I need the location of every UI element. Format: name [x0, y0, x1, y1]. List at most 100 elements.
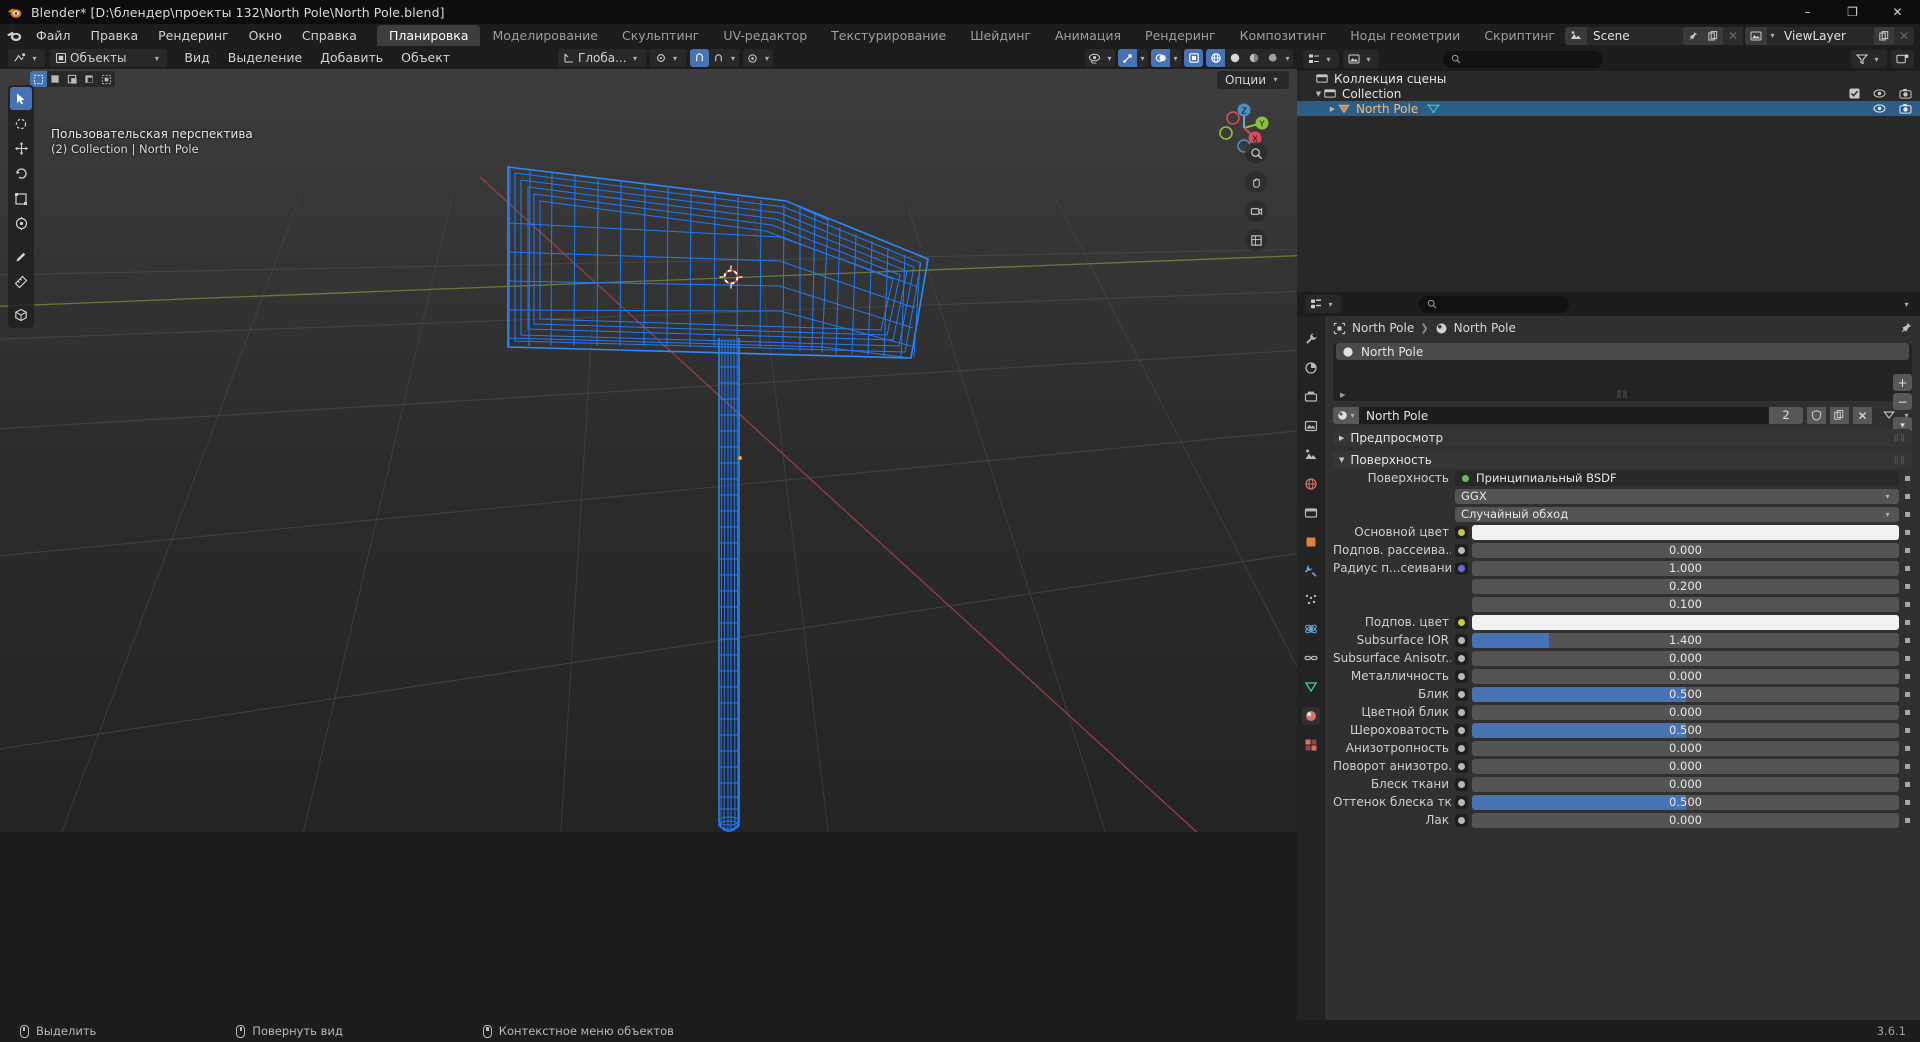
node-socket-icon[interactable] — [1455, 759, 1468, 773]
property-slider[interactable]: 0.100 — [1472, 596, 1899, 612]
animate-property-icon[interactable]: ▪ — [1903, 779, 1912, 790]
properties-options-chevron-down-icon[interactable]: ▾ — [1901, 300, 1912, 309]
menu-window[interactable]: Окно — [239, 26, 292, 46]
shading-material-preview-icon[interactable] — [1244, 49, 1263, 67]
tool-measure[interactable] — [10, 270, 32, 293]
select-extend-icon[interactable] — [47, 71, 64, 87]
property-slider[interactable]: 1.400 — [1472, 632, 1899, 648]
viewport-menu-view[interactable]: Вид — [175, 49, 218, 67]
node-socket-icon[interactable] — [1455, 525, 1468, 539]
eye-visibility-icon[interactable] — [1873, 88, 1886, 99]
pin-scene-icon[interactable] — [1683, 26, 1703, 45]
shading-rendered-icon[interactable] — [1263, 49, 1282, 67]
tool-select-box[interactable] — [10, 112, 32, 135]
tab-render[interactable] — [1302, 359, 1320, 377]
viewport-menu-add[interactable]: Добавить — [311, 49, 392, 67]
node-socket-icon[interactable] — [1455, 651, 1468, 665]
panel-collapse-triangle-icon[interactable]: ▼ — [1339, 456, 1344, 464]
tab-physics[interactable] — [1302, 620, 1320, 638]
property-dropdown[interactable]: GGX ▾ — [1455, 488, 1899, 504]
editor-type-selector[interactable]: ▾ — [8, 49, 45, 67]
tab-collection[interactable] — [1302, 504, 1320, 522]
select-invert-icon[interactable] — [81, 71, 98, 87]
unlink-scene-icon[interactable]: ✕ — [1723, 26, 1743, 45]
new-viewlayer-icon[interactable] — [1874, 26, 1894, 45]
snap-magnet-icon[interactable] — [709, 49, 728, 67]
color-swatch[interactable] — [1472, 614, 1899, 630]
node-socket-icon[interactable] — [1455, 723, 1468, 737]
proportional-chevron-down-icon[interactable]: ▾ — [762, 54, 773, 63]
minimize-button[interactable]: – — [1785, 0, 1830, 24]
snap-chevron-down-icon[interactable]: ▾ — [728, 54, 739, 63]
toggle-orthographic-icon[interactable] — [1245, 229, 1267, 251]
checkbox-enabled-icon[interactable] — [1849, 88, 1860, 99]
shading-chevron-down-icon[interactable]: ▾ — [1282, 54, 1293, 63]
select-subtract-icon[interactable] — [64, 71, 81, 87]
eye-visibility-icon[interactable] — [1873, 103, 1886, 114]
remove-viewlayer-icon[interactable]: ✕ — [1894, 26, 1914, 45]
workspace-tab-geometry-nodes[interactable]: Ноды геометрии — [1338, 25, 1472, 46]
tab-material[interactable] — [1302, 707, 1320, 725]
tool-transform[interactable] — [10, 212, 32, 235]
workspace-tab-modeling[interactable]: Моделирование — [480, 25, 609, 46]
property-slider[interactable]: 0.000 — [1472, 740, 1899, 756]
tool-tweak[interactable] — [10, 87, 32, 110]
animate-property-icon[interactable]: ▪ — [1903, 725, 1912, 736]
camera-render-icon[interactable] — [1899, 88, 1912, 99]
animate-property-icon[interactable]: ▪ — [1903, 563, 1912, 574]
animate-property-icon[interactable]: ▪ — [1903, 545, 1912, 556]
collapse-triangle-icon[interactable]: ▼ — [1313, 90, 1324, 98]
properties-editor[interactable]: ▾ ▾ North Pole ❯ North Pole North Pole ▶… — [1297, 292, 1920, 1022]
material-datablock-name[interactable]: North Pole — [1359, 409, 1769, 423]
workspace-tab-scripting[interactable]: Скриптинг — [1472, 25, 1567, 46]
3d-viewport[interactable]: ▾ Объекты ▾ Вид Выделение Добавить Объек… — [0, 47, 1297, 832]
animate-property-icon[interactable]: ▪ — [1903, 509, 1912, 520]
tab-modifiers[interactable] — [1302, 562, 1320, 580]
tool-annotate[interactable] — [10, 245, 32, 268]
show-overlays-icon[interactable] — [1151, 49, 1170, 67]
node-socket-icon[interactable] — [1455, 741, 1468, 755]
tool-add-cube[interactable] — [10, 303, 32, 326]
property-slider[interactable]: 0.000 — [1472, 704, 1899, 720]
workspace-tab-compositing[interactable]: Композитинг — [1228, 25, 1339, 46]
workspace-tab-animation[interactable]: Анимация — [1043, 25, 1133, 46]
animate-property-icon[interactable]: ▪ — [1903, 797, 1912, 808]
workspace-tab-rendering[interactable]: Рендеринг — [1133, 25, 1228, 46]
property-slider[interactable]: 0.000 — [1472, 650, 1899, 666]
menu-help[interactable]: Справка — [292, 26, 367, 46]
animate-property-icon[interactable]: ▪ — [1903, 527, 1912, 538]
animate-property-icon[interactable]: ▪ — [1903, 581, 1912, 592]
zoom-view-icon[interactable] — [1245, 142, 1267, 164]
scene-selector[interactable]: Scene ✕ — [1565, 26, 1743, 45]
animate-property-icon[interactable]: ▪ — [1903, 707, 1912, 718]
outliner-editor-type-selector[interactable]: ▾ — [1303, 50, 1339, 68]
panel-surface[interactable]: ▼ Поверхность ⣿⣿ — [1333, 451, 1912, 468]
animate-property-icon[interactable]: ▪ — [1903, 635, 1912, 646]
pivot-point-selector[interactable]: ▾ — [649, 49, 686, 67]
chevron-down-icon[interactable]: ▾ — [1882, 510, 1893, 519]
tool-rotate[interactable] — [10, 162, 32, 185]
property-slider[interactable]: 0.200 — [1472, 578, 1899, 594]
tab-world[interactable] — [1302, 475, 1320, 493]
breadcrumb-object-name[interactable]: North Pole — [1352, 321, 1414, 335]
material-slot-row[interactable]: North Pole — [1336, 343, 1909, 360]
property-slider[interactable]: 0.000 — [1472, 542, 1899, 558]
panel-preview[interactable]: ▶ Предпросмотр ⣿⣿ — [1333, 429, 1912, 446]
snap-toggle-icon[interactable] — [689, 49, 709, 67]
workspace-tab-uv-editing[interactable]: UV-редактор — [711, 25, 819, 46]
shading-solid-icon[interactable] — [1225, 49, 1244, 67]
animate-property-icon[interactable]: ▪ — [1903, 761, 1912, 772]
select-box-icon[interactable] — [30, 71, 47, 87]
node-socket-icon[interactable] — [1455, 795, 1468, 809]
tab-particles[interactable] — [1302, 591, 1320, 609]
properties-panel-body[interactable]: North Pole ❯ North Pole North Pole ▶ ⣿⣿ … — [1325, 316, 1920, 1022]
node-socket-icon[interactable] — [1455, 687, 1468, 701]
outliner-row-north-pole[interactable]: ▶ North Pole — [1297, 101, 1920, 116]
tool-scale[interactable] — [10, 187, 32, 210]
new-scene-icon[interactable] — [1703, 26, 1723, 45]
animate-property-icon[interactable]: ▪ — [1903, 473, 1912, 484]
property-slider[interactable]: 0.000 — [1472, 776, 1899, 792]
object-visibility-icon[interactable] — [1085, 49, 1104, 67]
camera-render-icon[interactable] — [1899, 103, 1912, 114]
chevron-down-icon[interactable]: ▾ — [1882, 492, 1893, 501]
